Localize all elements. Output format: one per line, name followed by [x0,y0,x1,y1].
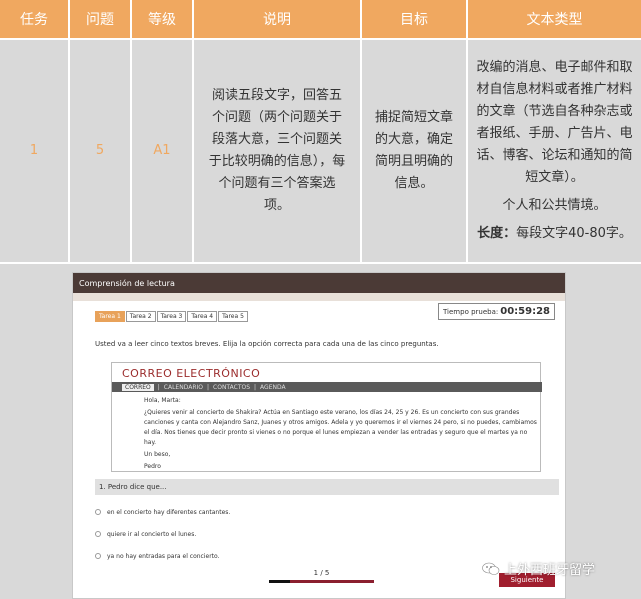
progress-bar [269,580,374,583]
timer-label: Tiempo prueba: [443,307,499,316]
watermark: 上外西班牙留学 [482,559,595,578]
cell-questions: 5 [70,40,130,262]
question-text: 1. Pedro dice que... [99,483,167,491]
header-task: 任务 [0,0,68,38]
header-text-type: 文本类型 [468,0,641,38]
answer-option[interactable]: en el concierto hay diferentes cantantes… [95,501,230,523]
email-signature: Pedro [144,463,161,470]
answer-option[interactable]: quiere ir al concierto el lunes. [95,523,230,545]
text-type-length: 长度：每段文字40-80字。 [477,223,632,245]
exam-info-table: 任务 问题 等级 说明 目标 文本类型 1 5 A1 阅读五段文字，回答五个问题… [0,0,641,262]
email-closing: Un beso, [144,451,171,458]
option-label: en el concierto hay diferentes cantantes… [107,508,231,516]
cell-description: 阅读五段文字，回答五个问题（两个问题关于段落大意，三个问题关于比较明确的信息），… [194,40,360,262]
email-text: ¿Quieres venir al concierto de Shakira? … [144,409,537,446]
timer-value: 00:59:28 [500,306,550,317]
header-description: 说明 [194,0,360,38]
text-type-context: 个人和公共情境。 [502,198,607,213]
email-title: CORREO ELECTRÓNICO [122,367,261,380]
wechat-icon [482,562,500,576]
question-prompt: 1. Pedro dice que... [95,479,559,495]
progress-fill [269,580,290,583]
nav-separator: | [157,383,160,391]
description-text: 阅读五段文字，回答五个问题（两个问题关于段落大意，三个问题关于比较明确的信息），… [208,88,346,213]
text-type-description: 改编的消息、电子邮件和取材自信息材料或者推广材料的文章（节选自各种杂志或者报纸、… [476,60,633,185]
tab-tarea-3[interactable]: Tarea 3 [156,311,187,322]
radio-button[interactable] [95,509,101,515]
radio-button[interactable] [95,553,101,559]
cell-task: 1 [0,40,68,262]
email-nav-agenda[interactable]: AGENDA [260,384,286,391]
email-panel: CORREO ELECTRÓNICO CORREO | CALENDARIO |… [111,362,542,474]
instructions-text: Usted va a leer cinco textos breves. Eli… [95,340,439,348]
exam-screenshot: Comprensión de lectura Tarea 1 Tarea 2 T… [72,272,566,599]
tab-tarea-2[interactable]: Tarea 2 [125,311,156,322]
task-tabs: Tarea 1 Tarea 2 Tarea 3 Tarea 4 Tarea 5 [95,311,248,322]
email-nav-calendario[interactable]: CALENDARIO [164,384,203,391]
goal-text: 捕捉简短文章的大意，确定简明且明确的信息。 [374,110,453,191]
email-body: Hola, Marta: ¿Quieres venir al concierto… [144,396,539,474]
option-label: ya no hay entradas para el concierto. [107,552,220,560]
tab-tarea-1[interactable]: Tarea 1 [95,311,125,322]
answer-option[interactable]: ya no hay entradas para el concierto. [95,545,230,567]
email-nav-contactos[interactable]: CONTACTOS [213,384,250,391]
cell-goal: 捕捉简短文章的大意，确定简明且明确的信息。 [362,40,466,262]
tab-tarea-5[interactable]: Tarea 5 [218,311,248,322]
tab-tarea-4[interactable]: Tarea 4 [187,311,218,322]
question-count: 5 [95,143,105,158]
watermark-text: 上外西班牙留学 [504,563,596,578]
header-goal: 目标 [362,0,466,38]
cell-level: A1 [132,40,192,262]
radio-button[interactable] [95,531,101,537]
window-titlebar: Comprensión de lectura [73,273,565,293]
length-label: 长度： [477,226,517,241]
nav-separator: | [254,383,257,391]
header-questions: 问题 [70,0,130,38]
cell-text-type: 改编的消息、电子邮件和取材自信息材料或者推广材料的文章（节选自各种杂志或者报纸、… [468,40,641,262]
table-header-row: 任务 问题 等级 说明 目标 文本类型 [0,0,641,38]
header-level: 等级 [132,0,192,38]
answer-options: en el concierto hay diferentes cantantes… [95,501,230,567]
window-title: Comprensión de lectura [79,278,175,288]
nav-separator: | [207,383,210,391]
titlebar-divider [73,293,565,301]
length-value: 每段文字40-80字。 [516,226,632,241]
exam-timer: Tiempo prueba: 00:59:28 [438,303,555,320]
option-label: quiere ir al concierto el lunes. [107,530,197,538]
email-greeting: Hola, Marta: [144,397,181,404]
page-indicator: 1 / 5 [313,569,330,577]
level-value: A1 [153,143,171,158]
task-number: 1 [29,143,39,158]
email-nav: CORREO | CALENDARIO | CONTACTOS | AGENDA [112,382,542,392]
email-nav-correo[interactable]: CORREO [122,383,154,391]
